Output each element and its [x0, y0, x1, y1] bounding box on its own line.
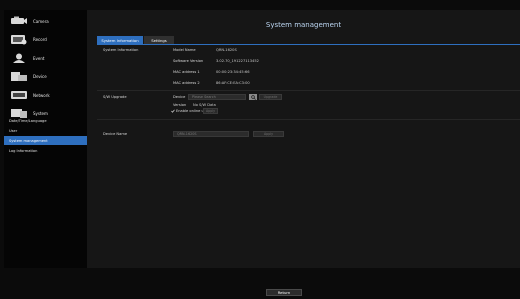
footer — [0, 268, 520, 299]
sidebar-item-network[interactable]: Network — [4, 88, 87, 102]
record-icon — [9, 33, 28, 45]
sidebar: Camera Record Event Device Network Syste… — [4, 10, 87, 268]
mac-address-2-value: 86:AF:CE:EA:C3:00 — [216, 81, 250, 85]
mac-address-1-label: MAC address 1 — [173, 70, 200, 74]
device-search-button[interactable] — [249, 94, 257, 100]
sidebar-subitem-date-time-language[interactable]: Date/Time/Language — [4, 116, 87, 125]
sidebar-item-label: Camera — [33, 18, 49, 24]
sidebar-subitem-user[interactable]: User — [4, 126, 87, 135]
sw-upgrade-section-label: S/W Upgrade — [103, 95, 127, 99]
online-upgrade-apply-button[interactable]: Apply — [203, 108, 218, 114]
sidebar-item-record[interactable]: Record — [4, 32, 87, 46]
device-label: Device — [173, 95, 186, 99]
sidebar-item-label: System — [33, 110, 48, 116]
network-icon — [9, 89, 28, 101]
upgrade-button[interactable]: Upgrade — [259, 94, 282, 100]
section-divider — [97, 119, 520, 120]
return-button[interactable]: Return — [266, 289, 302, 296]
main-panel: System management System Information Set… — [87, 10, 520, 268]
camera-icon — [9, 15, 28, 27]
sidebar-item-device[interactable]: Device — [4, 69, 87, 83]
section-divider — [97, 90, 520, 91]
sidebar-subitem-log-information[interactable]: Log Information — [4, 146, 87, 155]
page-title: System management — [265, 21, 342, 29]
sidebar-item-label: Network — [33, 92, 50, 98]
sidebar-item-label: Event — [33, 55, 45, 61]
sidebar-item-event[interactable]: Event — [4, 51, 87, 65]
search-icon — [250, 94, 256, 100]
tab-system-information[interactable]: System Information — [97, 36, 143, 44]
enable-online-upgrade-checkbox[interactable] — [171, 109, 175, 113]
version-label: Version — [173, 103, 187, 107]
device-name-apply-button[interactable]: Apply — [253, 131, 284, 137]
mac-address-2-label: MAC address 2 — [173, 81, 200, 85]
sidebar-item-label: Record — [33, 36, 47, 42]
version-value: No S/W Data — [193, 103, 216, 107]
software-version-value: 3.02.70_191227113452 — [216, 59, 259, 63]
software-version-label: Software Version — [173, 59, 204, 63]
device-name-section-label: Device Name — [103, 132, 128, 136]
mac-address-1-value: 00:00:23:34:45:66 — [216, 70, 250, 74]
device-select-field[interactable]: Please Search — [188, 94, 246, 100]
tab-settings[interactable]: Settings — [144, 36, 174, 44]
device-name-input[interactable]: QRN-1620S — [173, 131, 249, 137]
model-name-value: QRN-1620S — [216, 48, 237, 52]
sidebar-item-camera[interactable]: Camera — [4, 14, 87, 28]
sidebar-subitem-system-management[interactable]: System management — [4, 136, 87, 145]
tab-underline — [97, 44, 520, 45]
event-icon — [9, 52, 28, 64]
system-information-section-label: System Information — [103, 48, 139, 52]
checkmark-icon — [171, 109, 175, 113]
sidebar-item-label: Device — [33, 73, 47, 79]
model-name-label: Model Name — [173, 48, 196, 52]
device-icon — [9, 70, 28, 82]
